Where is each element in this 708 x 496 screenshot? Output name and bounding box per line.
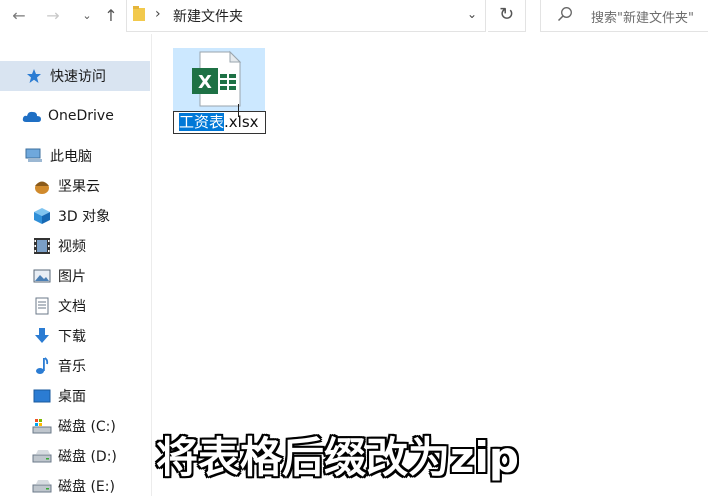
sidebar-item-music[interactable]: 音乐 <box>0 351 150 381</box>
refresh-button[interactable]: ↻ <box>488 0 526 32</box>
recent-locations-button[interactable]: ⌄ <box>76 6 98 26</box>
forward-button[interactable]: → <box>42 6 64 26</box>
video-subtitle: 将表格后缀改为zip <box>156 433 519 482</box>
sidebar-item-3d-objects[interactable]: 3D 对象 <box>0 201 150 231</box>
sidebar-item-label: 视频 <box>58 239 86 255</box>
sidebar-item-label: 此电脑 <box>50 149 92 165</box>
sidebar-item-videos[interactable]: 视频 <box>0 231 150 261</box>
svg-text:X: X <box>198 72 212 93</box>
download-icon <box>32 326 52 346</box>
excel-file-icon[interactable]: X <box>190 50 244 108</box>
sidebar-item-label: 3D 对象 <box>58 209 111 225</box>
sidebar-item-drive-d[interactable]: 磁盘 (D:) <box>0 441 150 471</box>
sidebar-item-label: 磁盘 (D:) <box>58 449 117 465</box>
picture-icon <box>32 266 52 286</box>
sidebar-item-label: 图片 <box>58 269 86 285</box>
rename-extension-text: .xlsx <box>224 113 259 131</box>
sidebar-item-onedrive[interactable]: OneDrive <box>0 101 150 131</box>
breadcrumb-separator: › <box>155 6 161 22</box>
sidebar-item-quick-access[interactable]: 快速访问 <box>0 61 150 91</box>
sidebar-item-label: 桌面 <box>58 389 86 405</box>
sidebar-item-drive-c[interactable]: 磁盘 (C:) <box>0 411 150 441</box>
sidebar-item-label: 坚果云 <box>58 179 100 195</box>
sidebar-item-label: 磁盘 (C:) <box>58 419 116 435</box>
sidebar-item-label: 快速访问 <box>50 69 106 85</box>
search-box[interactable]: 搜索"新建文件夹" <box>540 0 708 32</box>
up-button[interactable]: ↑ <box>100 6 122 26</box>
music-icon <box>32 356 52 376</box>
cube-icon <box>32 206 52 226</box>
navigation-pane: 快速访问 OneDrive 此电脑 坚果云 3D 对象 视频 图片 文档 下载 … <box>0 34 152 496</box>
sidebar-item-label: 音乐 <box>58 359 86 375</box>
address-path-box[interactable]: › 新建文件夹 ⌄ <box>126 0 486 32</box>
desktop-icon <box>32 386 52 406</box>
breadcrumb-current-folder[interactable]: 新建文件夹 <box>173 6 243 26</box>
cloud-icon <box>22 106 42 126</box>
sidebar-item-drive-e[interactable]: 磁盘 (E:) <box>0 471 150 496</box>
address-toolbar: ← → ⌄ ↑ › 新建文件夹 ⌄ ↻ 搜索"新建文件夹" <box>0 0 708 34</box>
sidebar-item-documents[interactable]: 文档 <box>0 291 150 321</box>
rename-selected-text: 工资表 <box>179 113 225 131</box>
video-icon <box>32 236 52 256</box>
document-icon <box>32 296 52 316</box>
sidebar-item-label: 下载 <box>58 329 86 345</box>
text-cursor <box>238 104 239 117</box>
drive-icon <box>32 446 52 466</box>
sidebar-item-label: 磁盘 (E:) <box>58 479 115 495</box>
computer-icon <box>24 146 44 166</box>
sidebar-item-label: 文档 <box>58 299 86 315</box>
drive-icon <box>32 476 52 496</box>
search-icon <box>557 7 572 22</box>
chevron-down-icon[interactable]: ⌄ <box>467 7 477 21</box>
back-button[interactable]: ← <box>8 6 30 26</box>
sidebar-item-label: OneDrive <box>48 108 114 124</box>
folder-icon <box>133 6 145 21</box>
drive-icon <box>32 416 52 436</box>
sidebar-item-downloads[interactable]: 下载 <box>0 321 150 351</box>
sidebar-item-jianguoyun[interactable]: 坚果云 <box>0 171 150 201</box>
sidebar-item-this-pc[interactable]: 此电脑 <box>0 141 150 171</box>
sidebar-item-pictures[interactable]: 图片 <box>0 261 150 291</box>
sidebar-item-desktop[interactable]: 桌面 <box>0 381 150 411</box>
rename-textbox[interactable]: 工资表.xlsx <box>173 111 266 134</box>
nut-icon <box>32 176 52 196</box>
search-input[interactable]: 搜索"新建文件夹" <box>591 7 694 26</box>
star-icon <box>24 66 44 86</box>
